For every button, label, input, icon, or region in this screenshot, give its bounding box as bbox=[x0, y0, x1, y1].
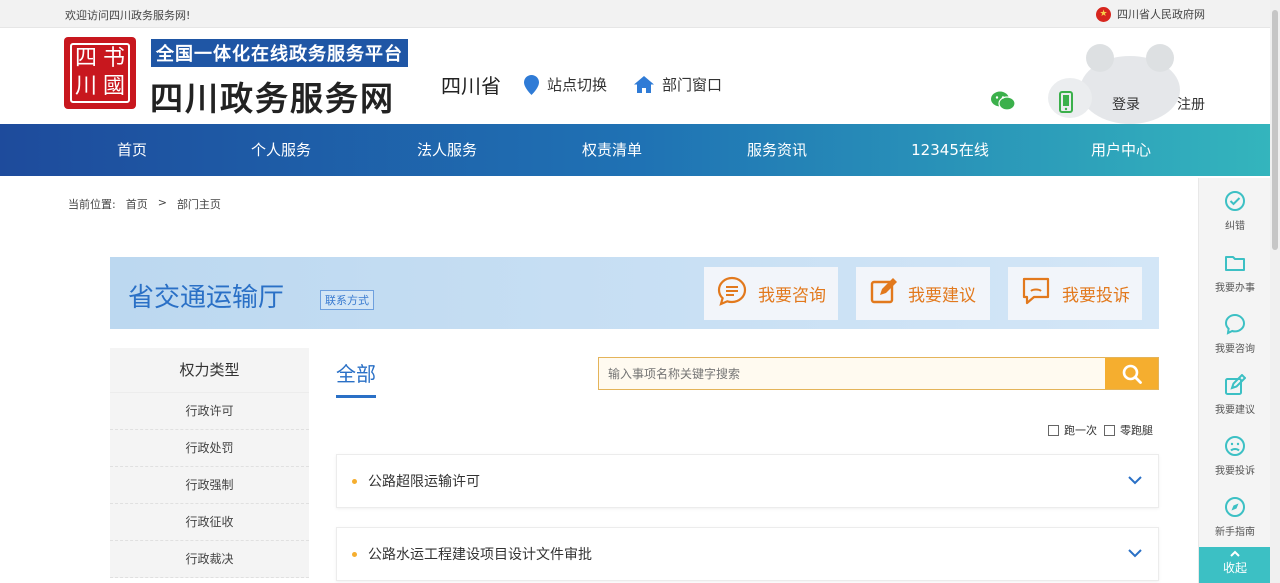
floating-side-bar: 纠错 我要办事 我要咨询 我要建议 我要投诉 新手指南 收起 bbox=[1198, 178, 1271, 583]
filter-options: 跑一次 零跑腿 bbox=[1048, 422, 1153, 438]
location-pin-icon bbox=[524, 74, 539, 95]
float-item-suggest[interactable]: 我要建议 bbox=[1199, 374, 1271, 416]
search-input[interactable] bbox=[599, 358, 1105, 389]
nav-item-news[interactable]: 服务资讯 bbox=[737, 124, 817, 176]
chat-icon bbox=[716, 275, 748, 312]
suggest-button[interactable]: 我要建议 bbox=[856, 267, 990, 320]
search-button[interactable] bbox=[1105, 358, 1158, 389]
nav-item-legal-entity[interactable]: 法人服务 bbox=[407, 124, 487, 176]
float-item-label: 我要咨询 bbox=[1215, 344, 1255, 355]
dept-window-link[interactable]: 部门窗口 bbox=[634, 74, 722, 95]
bullet-dot-icon bbox=[352, 551, 357, 557]
float-item-handle-affairs[interactable]: 我要办事 bbox=[1199, 252, 1271, 294]
power-type-menu: 权力类型 行政许可 行政处罚 行政强制 行政征收 行政裁决 bbox=[110, 348, 309, 578]
search-box bbox=[598, 357, 1159, 390]
wechat-icon[interactable] bbox=[991, 91, 1016, 115]
nav-item-user-center[interactable]: 用户中心 bbox=[1081, 124, 1161, 176]
national-emblem-icon: ★ bbox=[1096, 6, 1111, 22]
float-item-label: 我要办事 bbox=[1215, 283, 1255, 294]
province-label: 四川省 bbox=[441, 74, 501, 98]
mobile-phone-icon[interactable] bbox=[1059, 91, 1073, 117]
list-item[interactable]: 公路水运工程建设项目设计文件审批 bbox=[336, 527, 1159, 581]
filter-run-once-checkbox[interactable] bbox=[1048, 424, 1059, 436]
dept-window-label: 部门窗口 bbox=[662, 76, 723, 94]
float-item-correction[interactable]: 纠错 bbox=[1199, 190, 1271, 232]
list-item-title: 公路水运工程建设项目设计文件审批 bbox=[368, 547, 592, 563]
float-item-guide[interactable]: 新手指南 bbox=[1199, 496, 1271, 538]
chevron-down-icon[interactable] bbox=[1128, 474, 1142, 489]
breadcrumb-prefix: 当前位置: bbox=[68, 198, 116, 211]
complaint-label: 我要投诉 bbox=[1062, 286, 1130, 306]
breadcrumb-home[interactable]: 首页 bbox=[126, 196, 148, 212]
login-link[interactable]: 登录 bbox=[1112, 94, 1140, 114]
suggest-label: 我要建议 bbox=[908, 286, 976, 306]
main-nav: 首页 个人服务 法人服务 权责清单 服务资讯 12345在线 用户中心 bbox=[0, 124, 1280, 176]
gov-link-label: 四川省人民政府网 bbox=[1117, 8, 1205, 21]
list-item[interactable]: 公路超限运输许可 bbox=[336, 454, 1159, 508]
consult-label: 我要咨询 bbox=[758, 286, 826, 306]
scrollbar-thumb[interactable] bbox=[1272, 10, 1278, 250]
breadcrumb-separator: > bbox=[157, 196, 167, 209]
department-banner: 省交通运输厅 联系方式 我要咨询 我要建议 我要投诉 bbox=[110, 257, 1159, 329]
register-link[interactable]: 注册 bbox=[1177, 94, 1205, 114]
edit-icon bbox=[1225, 374, 1246, 395]
collapse-button[interactable]: 收起 bbox=[1199, 547, 1271, 583]
float-item-label: 新手指南 bbox=[1215, 527, 1255, 538]
side-menu-item-license[interactable]: 行政许可 bbox=[110, 393, 309, 430]
collapse-label: 收起 bbox=[1222, 561, 1247, 575]
float-item-consult[interactable]: 我要咨询 bbox=[1199, 313, 1271, 355]
side-menu-item-penalty[interactable]: 行政处罚 bbox=[110, 430, 309, 467]
breadcrumb: 当前位置: 首页 > 部门主页 bbox=[68, 196, 221, 212]
consult-button[interactable]: 我要咨询 bbox=[704, 267, 838, 320]
filter-zero-run-label: 零跑腿 bbox=[1120, 424, 1153, 437]
compass-icon bbox=[1225, 497, 1245, 517]
power-type-title: 权力类型 bbox=[110, 348, 309, 393]
contact-info-button[interactable]: 联系方式 bbox=[320, 290, 374, 310]
sad-face-icon bbox=[1225, 436, 1245, 456]
chevron-down-icon[interactable] bbox=[1128, 547, 1142, 562]
home-icon bbox=[634, 76, 654, 93]
side-menu-item-ruling[interactable]: 行政裁决 bbox=[110, 541, 309, 578]
float-item-label: 我要建议 bbox=[1215, 405, 1255, 416]
filter-zero-run-checkbox[interactable] bbox=[1104, 424, 1115, 436]
complaint-icon bbox=[1020, 276, 1052, 311]
edit-icon bbox=[870, 277, 898, 310]
department-name: 省交通运输厅 bbox=[128, 283, 285, 313]
side-menu-item-enforcement[interactable]: 行政强制 bbox=[110, 467, 309, 504]
folder-icon bbox=[1225, 256, 1245, 271]
header: 四书川國 全国一体化在线政务服务平台 四川政务服务网 四川省 站点切换 部门窗口… bbox=[0, 28, 1280, 124]
breadcrumb-current: 部门主页 bbox=[176, 198, 221, 211]
check-circle-icon bbox=[1225, 191, 1245, 211]
platform-slogan: 全国一体化在线政务服务平台 bbox=[151, 39, 408, 67]
site-switch-label: 站点切换 bbox=[547, 76, 608, 94]
site-logo[interactable]: 四书川國 bbox=[64, 37, 136, 109]
nav-item-rights-list[interactable]: 权责清单 bbox=[572, 124, 652, 176]
page-scrollbar[interactable] bbox=[1270, 0, 1280, 583]
float-item-label: 我要投诉 bbox=[1215, 466, 1255, 477]
filter-run-once-label: 跑一次 bbox=[1064, 424, 1097, 437]
complaint-button[interactable]: 我要投诉 bbox=[1008, 267, 1142, 320]
float-item-complaint[interactable]: 我要投诉 bbox=[1199, 435, 1271, 477]
top-bar: 欢迎访问四川政务服务网! ★ 四川省人民政府网 bbox=[0, 0, 1280, 28]
list-item-title: 公路超限运输许可 bbox=[368, 474, 480, 490]
welcome-text: 欢迎访问四川政务服务网! bbox=[65, 9, 191, 22]
gov-link[interactable]: ★ 四川省人民政府网 bbox=[1096, 6, 1205, 22]
site-name: 四川政务服务网 bbox=[150, 79, 395, 118]
search-icon bbox=[1122, 364, 1142, 384]
bullet-dot-icon bbox=[352, 478, 357, 484]
nav-item-12345[interactable]: 12345在线 bbox=[900, 124, 1000, 176]
site-switch-link[interactable]: 站点切换 bbox=[524, 74, 607, 95]
nav-item-personal[interactable]: 个人服务 bbox=[241, 124, 321, 176]
logo-seal-icon: 四书川國 bbox=[70, 43, 130, 103]
nav-item-home[interactable]: 首页 bbox=[100, 124, 164, 176]
chat-bubble-icon bbox=[1224, 313, 1246, 335]
float-item-label: 纠错 bbox=[1225, 221, 1245, 232]
chevron-up-icon bbox=[1230, 550, 1240, 557]
side-menu-item-levy[interactable]: 行政征收 bbox=[110, 504, 309, 541]
tab-all[interactable]: 全部 bbox=[336, 358, 376, 398]
